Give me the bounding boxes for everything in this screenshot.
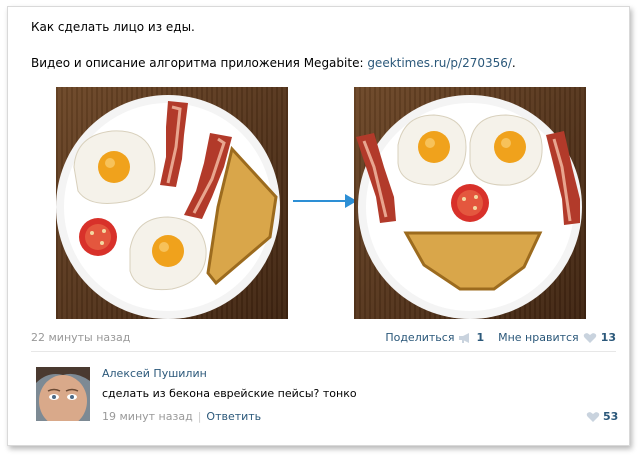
post-desc-suffix: . [511, 56, 516, 70]
megaphone-icon [459, 332, 470, 343]
comment-meta: 19 минут назад | Ответить [102, 410, 261, 423]
comment-meta-separator: | [197, 410, 202, 423]
plate-after-illustration [356, 95, 582, 319]
comment-timestamp[interactable]: 19 минут назад [102, 410, 193, 423]
reply-button[interactable]: Ответить [206, 410, 261, 423]
post-desc-text: Видео и описание алгоритма приложения Me… [31, 56, 368, 70]
heart-icon [586, 411, 600, 422]
post-title: Как сделать лицо из еды. [31, 20, 195, 34]
share-button[interactable]: Поделиться 1 [385, 331, 484, 344]
post-link[interactable]: geektimes.ru/p/270356/ [367, 56, 512, 70]
avatar-image [36, 367, 90, 421]
divider [31, 351, 616, 352]
post-actions: Поделиться 1 Мне нравится 13 [371, 331, 616, 344]
comment-author[interactable]: Алексей Пушилин [102, 367, 207, 380]
post-card: Как сделать лицо из еды. Видео и описани… [7, 6, 630, 446]
post-description: Видео и описание алгоритма приложения Me… [31, 56, 516, 70]
like-label: Мне нравится [498, 331, 579, 344]
share-count: 1 [476, 331, 485, 344]
photo-after[interactable] [354, 87, 586, 319]
like-count: 13 [600, 331, 616, 344]
heart-icon [583, 332, 596, 343]
plate-before-illustration [56, 95, 280, 319]
comment-like-count: 53 [603, 410, 619, 423]
share-label: Поделиться [385, 331, 455, 344]
post-footer: 22 минуты назад Поделиться 1 Мне нравитс… [31, 329, 616, 347]
comment-text: сделать из бекона еврейские пейсы? тонко [102, 387, 357, 400]
photo-before[interactable] [56, 87, 288, 319]
post-timestamp[interactable]: 22 минуты назад [31, 331, 130, 344]
avatar[interactable] [36, 367, 90, 421]
comment-like-button[interactable]: 53 [582, 410, 618, 423]
like-button[interactable]: Мне нравится 13 [498, 331, 616, 344]
arrow-right-icon [293, 194, 357, 208]
